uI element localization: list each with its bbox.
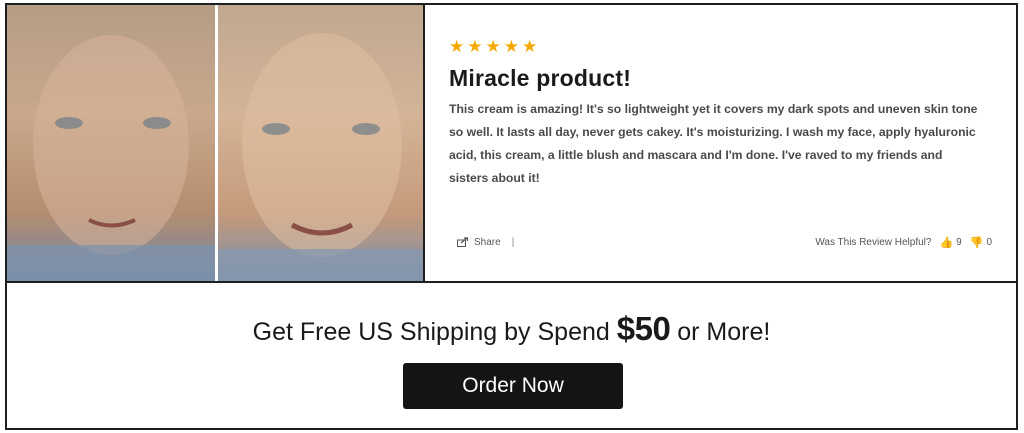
star-icon: ★ (485, 37, 501, 56)
helpful-label: Was This Review Helpful? (815, 236, 932, 248)
thumbs-down-icon: 👎 (969, 236, 984, 249)
helpful-yes-count: 9 (956, 236, 962, 248)
star-icon: ★ (467, 37, 483, 56)
promo-text-after: or More! (670, 318, 771, 346)
before-photo (7, 5, 215, 281)
review-footer: Share | Was This Review Helpful? 👍 9 👎 0 (457, 233, 992, 251)
star-icon: ★ (449, 37, 465, 56)
promo-text-before: Get Free US Shipping by Spend (252, 318, 617, 346)
review-row: ★ ★ ★ ★ ★ Miracle product! This cream is… (7, 5, 1016, 281)
star-rating: ★ ★ ★ ★ ★ (449, 37, 992, 56)
share-icon (457, 237, 469, 247)
star-icon: ★ (522, 37, 538, 56)
promo-text: Get Free US Shipping by Spend $50 or Mor… (7, 310, 1016, 348)
review-card: ★ ★ ★ ★ ★ Miracle product! This cream is… (5, 3, 1018, 430)
order-now-button[interactable]: Order Now (403, 363, 623, 409)
before-after-photos (7, 5, 423, 281)
review-body: This cream is amazing! It's so lightweig… (449, 102, 978, 185)
face-image-icon (218, 33, 423, 281)
share-label: Share (474, 236, 501, 248)
review-content: ★ ★ ★ ★ ★ Miracle product! This cream is… (425, 5, 1016, 281)
share-button[interactable]: Share | (457, 237, 514, 248)
separator: | (511, 236, 515, 248)
helpful-no-count: 0 (986, 236, 992, 248)
thumbs-up-icon: 👍 (939, 236, 954, 249)
shipping-promo: Get Free US Shipping by Spend $50 or Mor… (7, 283, 1016, 428)
review-title: Miracle product! (449, 65, 632, 91)
promo-price: $50 (616, 310, 671, 347)
star-icon: ★ (503, 37, 519, 56)
helpful-section: Was This Review Helpful? 👍 9 👎 0 (815, 236, 992, 249)
thumbs-up-button[interactable]: 👍 9 (939, 236, 961, 249)
face-image-icon (7, 35, 215, 281)
thumbs-down-button[interactable]: 👎 0 (970, 236, 992, 249)
after-photo (215, 5, 423, 281)
